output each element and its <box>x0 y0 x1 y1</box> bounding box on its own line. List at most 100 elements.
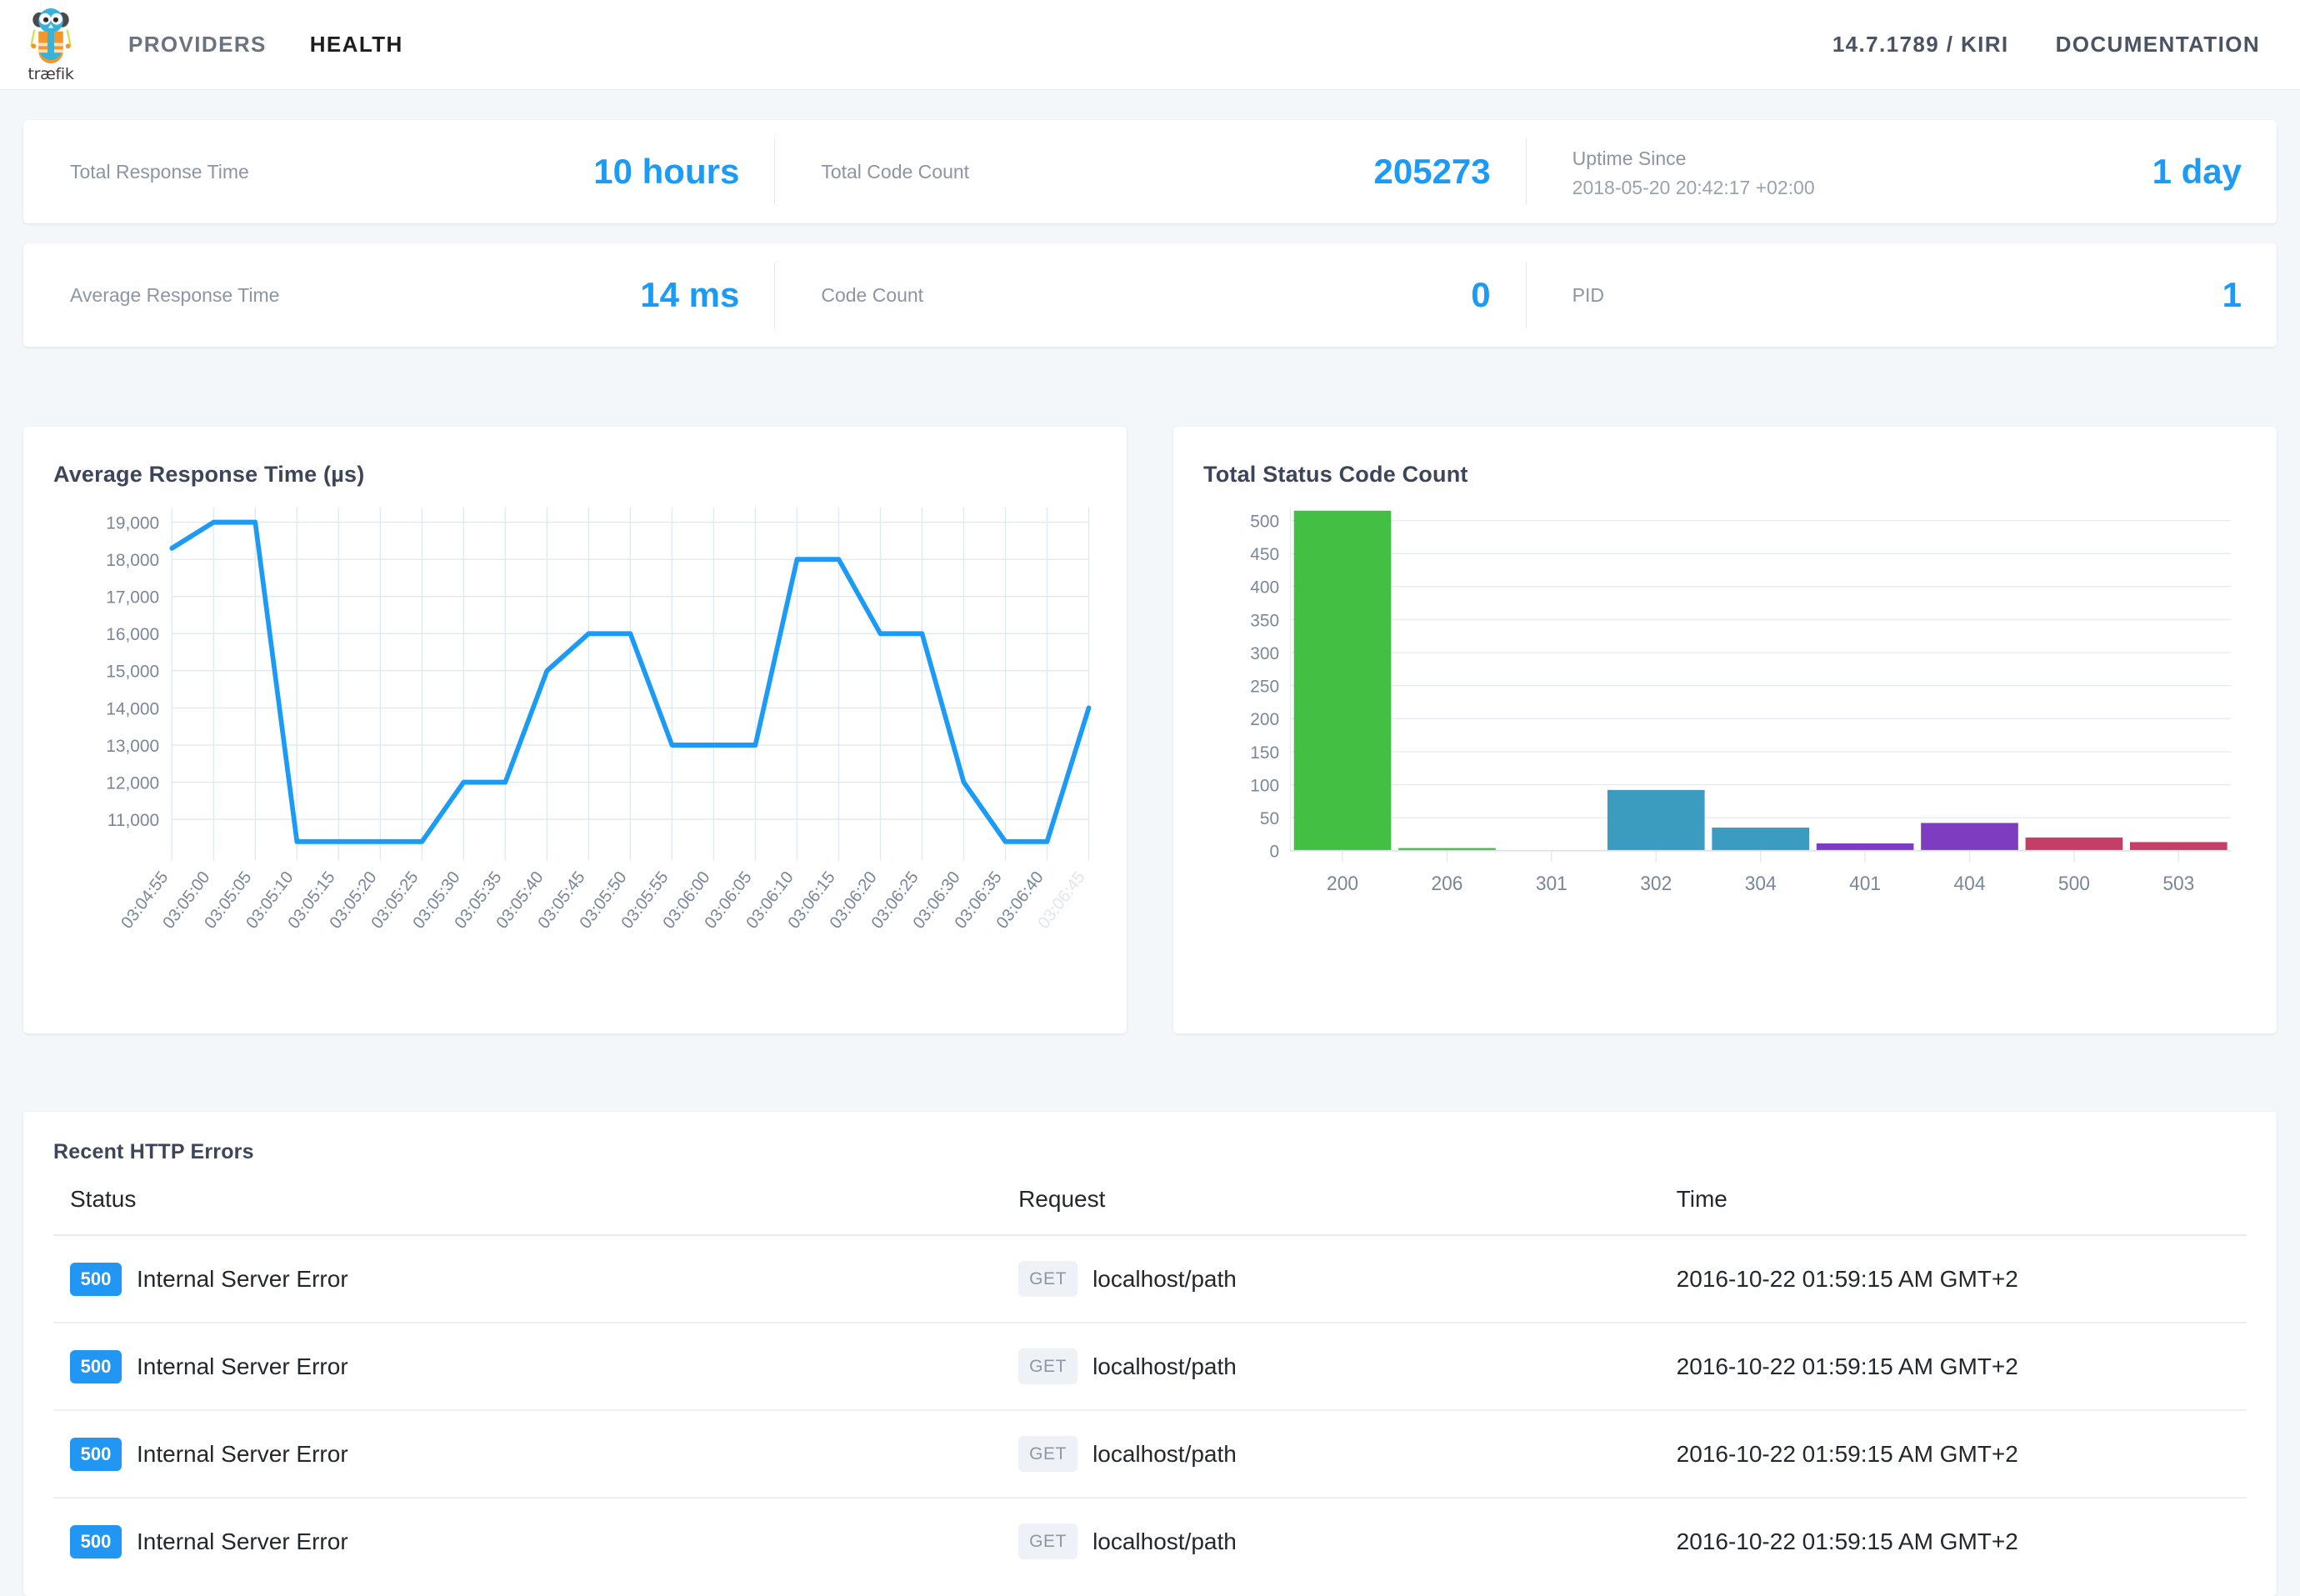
table-head: Status Request Time <box>53 1186 2247 1235</box>
table-header-row: Status Request Time <box>53 1186 2247 1235</box>
stat-value: 1 day <box>2152 152 2242 192</box>
column-header-time: Time <box>1677 1186 2247 1235</box>
method-badge: GET <box>1018 1523 1078 1559</box>
request-path: localhost/path <box>1092 1353 1237 1380</box>
y-axis-tick-label: 450 <box>1250 544 1279 564</box>
y-axis-tick-label: 300 <box>1250 643 1279 663</box>
table-row[interactable]: 500 Internal Server Error GET localhost/pat… <box>53 1323 2247 1410</box>
request-path: localhost/path <box>1092 1441 1237 1468</box>
chart-title: Average Response Time (µs) <box>53 462 1097 488</box>
stat-value: 10 hours <box>593 152 739 192</box>
stat-label: Code Count <box>821 281 923 310</box>
bar-chart: 0501001502002503003504004505002002063013… <box>1203 496 2247 1005</box>
stat-label: Uptime Since <box>1572 144 1815 173</box>
status-badge: 500 <box>70 1525 122 1558</box>
stat-label: Average Response Time <box>70 281 279 310</box>
column-header-request: Request <box>1018 1186 1677 1235</box>
method-badge: GET <box>1018 1348 1078 1384</box>
y-axis-tick-label: 200 <box>1250 709 1279 729</box>
y-axis-tick-label: 18,000 <box>106 550 159 570</box>
method-badge: GET <box>1018 1261 1078 1297</box>
x-axis-tick-label: 304 <box>1745 873 1777 894</box>
line-chart: 11,000 12,000 13,000 14,000 15,000 16,000 17,0… <box>53 496 1097 1005</box>
x-axis-tick-label: 401 <box>1849 873 1881 894</box>
stat-total-code-count: Total Code Count 205273 <box>774 120 1525 223</box>
stat-value: 205273 <box>1374 152 1491 192</box>
charts-row: Average Response Time (µs) 11,00012,0001… <box>23 427 2277 1033</box>
card-total-status-code-count-chart: Total Status Code Count 0501001502002503… <box>1173 427 2277 1033</box>
timestamp: 2016-10-22 01:59:15 AM GMT+2 <box>1677 1441 2018 1467</box>
stat-label-group: Uptime Since 2018-05-20 20:42:17 +02:00 <box>1572 144 1815 199</box>
y-axis-tick-label: 17,000 <box>106 587 159 607</box>
secondary-nav: 14.7.1789 / KIRI DOCUMENTATION <box>1832 32 2260 58</box>
x-axis-tick-label: 200 <box>1327 873 1358 894</box>
column-header-status: Status <box>53 1186 1018 1235</box>
cell-status: 500 Internal Server Error <box>53 1498 1018 1584</box>
y-axis-tick-label: 100 <box>1250 775 1279 795</box>
stat-total-response-time: Total Response Time 10 hours <box>23 120 774 223</box>
status-text: Internal Server Error <box>137 1353 348 1380</box>
gopher-icon <box>28 7 74 64</box>
errors-table: Status Request Time 500 Internal Server E… <box>53 1186 2247 1584</box>
bar <box>1921 823 2018 850</box>
table-title: Recent HTTP Errors <box>53 1140 2247 1164</box>
y-axis-tick-label: 13,000 <box>106 736 159 756</box>
y-axis-tick-label: 400 <box>1250 577 1279 597</box>
stat-value: 14 ms <box>640 275 739 315</box>
cell-request: GET localhost/path <box>1018 1498 1677 1584</box>
stat-label: Total Code Count <box>821 158 969 187</box>
stat-average-response-time: Average Response Time 14 ms <box>23 243 774 347</box>
y-axis-tick-label: 14,000 <box>106 698 159 718</box>
stat-label: Total Response Time <box>70 158 249 187</box>
cell-status: 500Internal Server Error <box>53 1410 1018 1498</box>
method-badge: GET <box>1018 1436 1078 1472</box>
stat-value: 1 <box>2222 275 2242 315</box>
cell-request: GET localhost/path <box>1018 1235 1677 1323</box>
top-navbar: træfik PROVIDERS HEALTH 14.7.1789 / KIRI… <box>0 0 2300 90</box>
bar <box>2026 838 2123 851</box>
card-recent-http-errors: Recent HTTP Errors Status Request Time 5… <box>23 1112 2277 1596</box>
status-badge: 500 <box>70 1263 122 1296</box>
stat-code-count: Code Count 0 <box>774 243 1525 347</box>
page-content: Total Response Time 10 hours Total Code … <box>0 90 2300 1596</box>
table-row[interactable]: 500Internal Server ErrorGET localhost/pat… <box>53 1410 2247 1498</box>
cell-time: 2016-10-22 01:59:15 AM GMT+2 <box>1677 1323 2247 1410</box>
y-axis-tick-label: 250 <box>1250 676 1279 696</box>
y-axis-tick-label: 500 <box>1250 511 1279 531</box>
chart-title: Total Status Code Count <box>1203 462 2247 488</box>
y-axis-tick-label: 11,000 <box>108 810 159 830</box>
y-axis-tick-label: 50 <box>1260 808 1279 828</box>
bar <box>1294 511 1392 851</box>
y-axis-tick-label: 16,000 <box>106 624 159 644</box>
stat-uptime-since: Uptime Since 2018-05-20 20:42:17 +02:00 … <box>1526 120 2277 223</box>
table-row[interactable]: 500 Internal Server Error GET localhost/pat… <box>53 1498 2247 1584</box>
cell-status: 500Internal Server Error <box>53 1235 1018 1323</box>
cell-request: GET localhost/path <box>1018 1410 1677 1498</box>
x-axis-tick-label: 500 <box>2058 873 2090 894</box>
bar <box>2130 842 2228 850</box>
status-text: Internal Server Error <box>137 1528 348 1555</box>
stats-row-secondary: Average Response Time 14 ms Code Count 0… <box>23 243 2277 347</box>
status-text: Internal Server Error <box>137 1441 348 1468</box>
nav-item-providers[interactable]: PROVIDERS <box>128 32 267 58</box>
x-axis-tick-label: 302 <box>1640 873 1672 894</box>
y-axis-tick-label: 15,000 <box>106 661 159 681</box>
stat-label: PID <box>1572 281 1604 310</box>
nav-item-documentation[interactable]: DOCUMENTATION <box>2056 32 2260 58</box>
y-axis-tick-label: 350 <box>1250 610 1279 630</box>
y-axis-tick-label: 12,000 <box>106 773 159 793</box>
cell-time: 2016-10-22 01:59:15 AM GMT+2 <box>1677 1235 2247 1323</box>
status-badge: 500 <box>70 1350 122 1383</box>
nav-item-health[interactable]: HEALTH <box>310 32 403 58</box>
table-row[interactable]: 500Internal Server ErrorGET localhost/pat… <box>53 1235 2247 1323</box>
x-axis-tick-label: 301 <box>1536 873 1568 894</box>
bar <box>1712 828 1809 851</box>
bar <box>1608 790 1705 851</box>
version-label: 14.7.1789 / KIRI <box>1832 32 2009 58</box>
request-path: localhost/path <box>1092 1528 1237 1555</box>
cell-time: 2016-10-22 01:59:15 AM GMT+2 <box>1677 1498 2247 1584</box>
request-path: localhost/path <box>1092 1266 1237 1293</box>
traefik-logo[interactable]: træfik <box>23 7 78 83</box>
primary-nav: PROVIDERS HEALTH <box>128 32 403 58</box>
stat-pid: PID 1 <box>1526 243 2277 347</box>
